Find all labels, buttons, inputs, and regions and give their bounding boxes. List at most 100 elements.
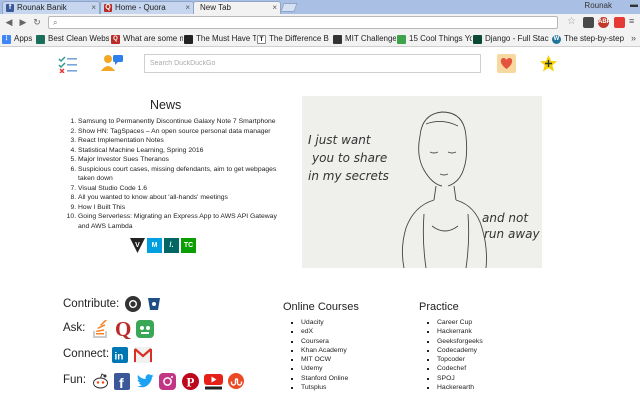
news-item[interactable]: All you wanted to know about 'all-hands'… (78, 193, 288, 203)
close-tab-icon[interactable]: × (272, 2, 277, 13)
course-link[interactable]: Udemy (301, 364, 402, 373)
bookmark-apps[interactable]: ⋮ Apps (2, 33, 34, 45)
connect-label: Connect: (63, 348, 110, 360)
medium-source-icon[interactable]: M (147, 238, 162, 253)
bookmark-label: The Must Have T (196, 34, 256, 43)
course-link[interactable]: Udacity (301, 318, 402, 327)
course-link[interactable]: Stanford Online (301, 374, 402, 383)
bitbucket-icon[interactable] (146, 296, 162, 312)
news-item[interactable]: Samsung to Permanently Discontinue Galax… (78, 117, 288, 127)
pinterest-icon[interactable]: P (182, 373, 199, 390)
verge-source-icon[interactable]: V (130, 238, 145, 253)
contribute-label: Contribute: (63, 298, 120, 310)
bookmark-icon (397, 35, 406, 44)
new-tab-button[interactable] (280, 3, 298, 12)
news-item[interactable]: Suspicious court cases, missing defendan… (78, 165, 288, 184)
practice-link[interactable]: Career Cup (437, 318, 538, 327)
bookmark-item[interactable]: Django - Full Stac (473, 33, 551, 45)
practice-link[interactable]: Codechef (437, 364, 538, 373)
stumbleupon-icon[interactable] (228, 373, 244, 389)
practice-link[interactable]: SPOJ (437, 374, 538, 383)
bookmark-item[interactable]: 15 Cool Things Yo (397, 33, 472, 45)
sketch-picture: I just want you to share in my secrets a… (302, 96, 542, 268)
back-button[interactable]: ◀ (3, 16, 15, 28)
close-tab-icon[interactable]: × (91, 2, 96, 13)
practice-link[interactable]: Codecademy (437, 346, 538, 355)
news-item[interactable]: Statistical Machine Learning, Spring 201… (78, 146, 288, 156)
instagram-icon[interactable] (159, 373, 176, 390)
course-link[interactable]: edX (301, 327, 402, 336)
practice-link[interactable]: Hackerrank (437, 327, 538, 336)
extension-icon[interactable] (583, 17, 594, 28)
search-input[interactable] (144, 54, 481, 73)
search-icon: ⌕ (53, 18, 58, 27)
reddit-icon[interactable] (92, 373, 109, 390)
contacts-chat-icon[interactable] (101, 54, 123, 72)
close-tab-icon[interactable]: × (185, 2, 190, 13)
heart-icon[interactable] (497, 54, 516, 73)
reload-button[interactable]: ↻ (31, 16, 43, 28)
tab-title: New Tab (200, 3, 231, 12)
todo-checklist-icon[interactable] (58, 55, 78, 73)
handwriting-line: run away (484, 227, 540, 241)
bookmark-item[interactable]: W The step-by-step (552, 33, 628, 45)
tab-strip: f Rounak Banik × Q Home - Quora × New Ta… (0, 0, 640, 14)
news-item[interactable]: Show HN: TagSpaces – An open source pers… (78, 127, 288, 137)
course-link[interactable]: MIT OCW (301, 355, 402, 364)
bookmark-star-icon[interactable]: ☆ (567, 16, 576, 27)
course-link[interactable]: Coursera (301, 337, 402, 346)
profile-name[interactable]: Rounak (584, 1, 612, 10)
practice-link[interactable]: Geeksforgeeks (437, 337, 538, 346)
bookmark-icon (333, 35, 342, 44)
quora-icon[interactable]: Q (114, 319, 132, 339)
slashdot-source-icon[interactable]: /. (164, 238, 179, 253)
bookmark-item[interactable]: T The Difference B (257, 33, 332, 45)
news-item[interactable]: How I Built This (78, 203, 288, 213)
tab-facebook[interactable]: f Rounak Banik × (2, 1, 100, 14)
bookmark-item[interactable]: Q What are some m (111, 33, 183, 45)
bookmark-item[interactable]: MIT Challenge (333, 33, 396, 45)
news-item[interactable]: Visual Studio Code 1.6 (78, 184, 288, 194)
extension-red-icon[interactable] (614, 17, 625, 28)
news-list: Samsung to Permanently Discontinue Galax… (66, 117, 288, 231)
news-item[interactable]: React Implementation Notes (78, 136, 288, 146)
news-item[interactable]: Going Serverless: Migrating an Express A… (78, 212, 288, 231)
linkedin-icon[interactable]: in (112, 347, 128, 363)
techcrunch-source-icon[interactable]: TC (181, 238, 196, 253)
apps-icon: ⋮ (2, 35, 11, 44)
course-link[interactable]: Khan Academy (301, 346, 402, 355)
bookmark-item[interactable]: The Must Have T (184, 33, 256, 45)
twitter-icon[interactable] (136, 374, 154, 389)
fun-label: Fun: (63, 374, 87, 386)
handwriting-line: I just want (308, 133, 372, 147)
chat-robot-icon[interactable] (136, 320, 154, 338)
facebook-icon[interactable]: f (114, 373, 130, 390)
window-controls[interactable]: ▬ (630, 0, 638, 12)
news-item[interactable]: Major Investor Sues Theranos (78, 155, 288, 165)
svg-text:P: P (187, 375, 195, 390)
course-link[interactable]: Tutsplus (301, 383, 402, 392)
quora-icon: Q (111, 35, 120, 44)
practice-list: Career Cup Hackerrank Geeksforgeeks Code… (428, 318, 538, 392)
courses-title: Online Courses (283, 301, 359, 313)
address-bar[interactable]: ⌕ (48, 16, 558, 29)
bookmark-label: The step-by-step (564, 34, 625, 43)
gmail-icon[interactable] (134, 347, 152, 363)
svg-text:Q: Q (115, 319, 131, 339)
tab-quora[interactable]: Q Home - Quora × (100, 1, 194, 14)
tab-title: Home - Quora (115, 3, 166, 12)
menu-icon[interactable]: ≡ (629, 16, 634, 26)
stackoverflow-icon[interactable] (92, 320, 108, 338)
practice-link[interactable]: Hackerearth (437, 383, 538, 392)
github-icon[interactable] (125, 296, 141, 312)
more-bookmarks-icon[interactable]: » (631, 33, 636, 43)
adblock-icon[interactable]: ABP (598, 17, 611, 28)
facebook-icon: f (6, 4, 14, 12)
tab-new-tab[interactable]: New Tab × (193, 1, 281, 14)
star-add-icon[interactable] (539, 54, 558, 73)
practice-link[interactable]: Topcoder (437, 355, 538, 364)
bookmark-item[interactable]: Best Clean Websi (36, 33, 109, 45)
youtube-icon[interactable] (204, 373, 223, 390)
forward-button[interactable]: ▶ (17, 16, 29, 28)
svg-text:in: in (115, 352, 124, 363)
